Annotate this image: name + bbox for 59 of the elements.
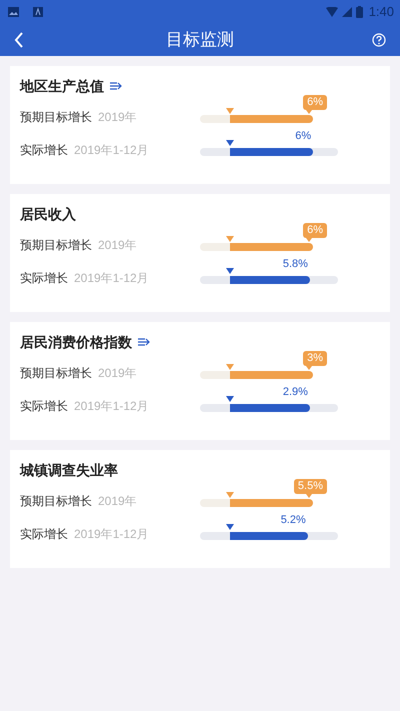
bar-baseline [200, 371, 230, 379]
value-badge: 3% [303, 351, 327, 366]
row-label: 实际增长 [20, 142, 68, 159]
value-label: 6% [295, 129, 312, 144]
row-label: 预期目标增长 [20, 237, 92, 254]
value-badge: 6% [303, 223, 327, 238]
status-time: 1:40 [368, 3, 394, 22]
start-marker-icon [226, 268, 234, 274]
bar-baseline [200, 115, 230, 123]
start-marker-icon [226, 108, 234, 114]
back-icon [14, 32, 24, 48]
bar-baseline [200, 404, 230, 412]
font-icon [33, 7, 43, 17]
start-marker-icon [226, 364, 234, 370]
row-label: 预期目标增长 [20, 493, 92, 510]
bar-baseline [200, 276, 230, 284]
row-period: 2019年 [98, 237, 137, 254]
end-marker-icon [306, 238, 312, 242]
start-marker-icon [226, 236, 234, 242]
card-title: 城镇调查失业率 [20, 460, 118, 480]
image-icon [8, 7, 19, 17]
row-period: 2019年1-12月 [74, 142, 149, 159]
help-icon [372, 33, 386, 47]
row-period: 2019年 [98, 365, 137, 382]
row-label: 实际增长 [20, 526, 68, 543]
start-marker-icon [226, 524, 234, 530]
wifi-icon [326, 7, 338, 17]
card-title: 居民消费价格指数 [20, 332, 132, 352]
end-marker-icon [306, 494, 312, 498]
end-marker-icon [306, 110, 312, 114]
bar-baseline [200, 532, 230, 540]
row-period: 2019年1-12月 [74, 526, 149, 543]
detail-arrow-icon [110, 81, 122, 91]
row-label: 实际增长 [20, 398, 68, 415]
bar-baseline [200, 499, 230, 507]
value-label: 2.9% [282, 385, 308, 400]
detail-arrow-icon [138, 337, 150, 347]
value-label: 5.2% [280, 513, 306, 528]
card-title: 地区生产总值 [20, 76, 104, 96]
row-period: 2019年 [98, 493, 137, 510]
end-marker-icon [306, 366, 312, 370]
row-label: 实际增长 [20, 270, 68, 287]
start-marker-icon [226, 396, 234, 402]
value-badge: 6% [303, 95, 327, 110]
battery-icon [356, 6, 363, 18]
value-badge: 5.5% [294, 479, 327, 494]
signal-icon [342, 7, 352, 17]
row-period: 2019年 [98, 109, 137, 126]
row-label: 预期目标增长 [20, 109, 92, 126]
row-period: 2019年1-12月 [74, 398, 149, 415]
bar-baseline [200, 243, 230, 251]
row-label: 预期目标增长 [20, 365, 92, 382]
start-marker-icon [226, 492, 234, 498]
card-title: 居民收入 [20, 204, 76, 224]
bar-baseline [200, 148, 230, 156]
header-title: 目标监测 [166, 29, 234, 52]
value-label: 5.8% [282, 257, 308, 272]
row-period: 2019年1-12月 [74, 270, 149, 287]
start-marker-icon [226, 140, 234, 146]
